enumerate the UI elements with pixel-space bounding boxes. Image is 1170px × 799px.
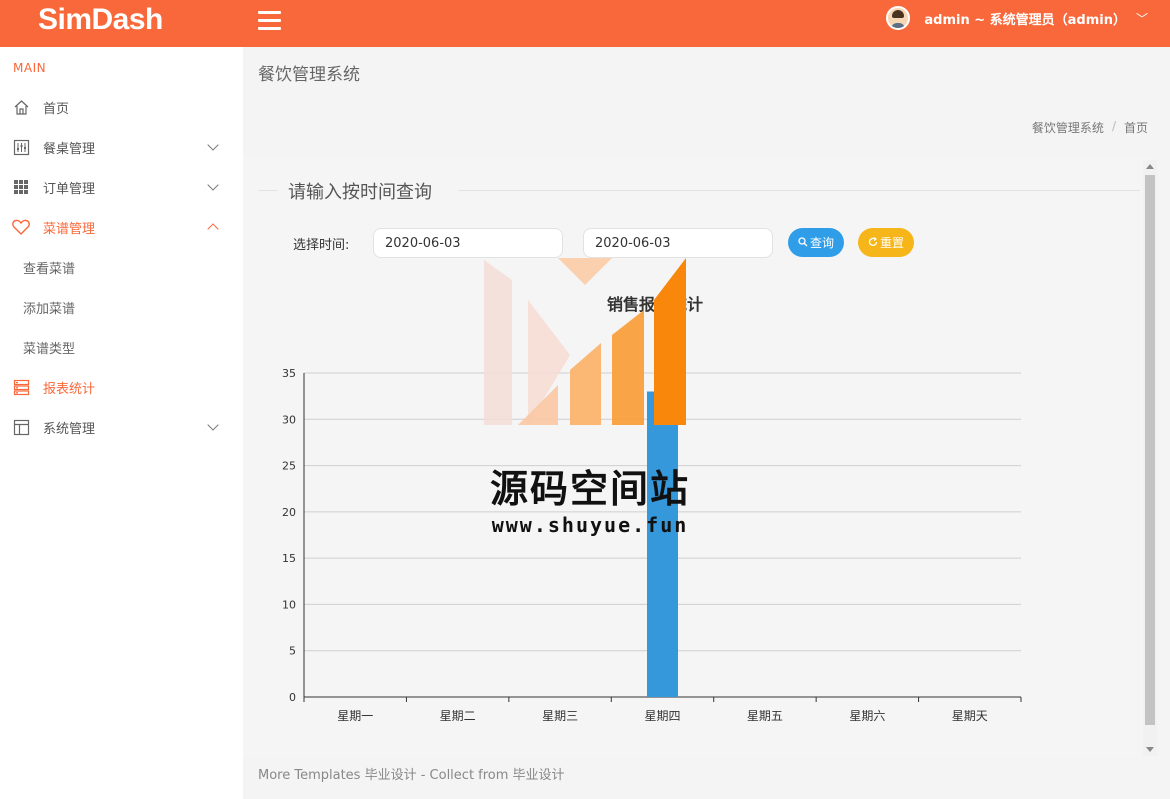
user-label: admin ~ 系统管理员（admin） [924, 12, 1126, 28]
heart-icon [12, 218, 30, 236]
avatar [886, 6, 911, 30]
chevron-up-icon [207, 223, 219, 235]
home-icon [12, 98, 30, 116]
end-date-input[interactable] [583, 228, 773, 258]
fieldset-line [258, 190, 278, 191]
scrollbar-thumb[interactable] [1145, 175, 1155, 725]
reset-button[interactable]: 重置 [858, 228, 914, 257]
breadcrumb-item: 首页 [1123, 121, 1148, 135]
chevron-down-icon: ﹀ [1135, 11, 1148, 26]
sidebar-item-home[interactable]: 首页 [0, 87, 243, 127]
breadcrumb-item[interactable]: 餐饮管理系统 [1032, 119, 1104, 136]
scrollbar[interactable] [1143, 160, 1157, 756]
sidebar-item-tables[interactable]: 餐桌管理 [0, 127, 243, 167]
x-tick-label: 星期天 [952, 709, 988, 723]
y-tick-label: 20 [282, 506, 296, 519]
x-tick-label: 星期六 [849, 709, 885, 723]
query-button[interactable]: 查询 [788, 228, 844, 257]
refresh-icon [868, 236, 878, 250]
sidebar-item-label: 订单管理 [43, 181, 96, 197]
sidebar-item-label: 报表统计 [43, 381, 96, 397]
watermark-text: 源码空间站 [489, 467, 690, 511]
sidebar: MAIN 首页 餐桌管理 订单管理 菜谱管理 查看菜谱 添加菜谱 菜谱类型 报表… [0, 47, 243, 799]
y-tick-label: 25 [282, 460, 296, 473]
scroll-down-icon[interactable] [1146, 747, 1154, 752]
breadcrumb-separator: / [1111, 119, 1116, 133]
sidebar-item-system[interactable]: 系统管理 [0, 407, 243, 447]
reset-button-label: 重置 [879, 236, 904, 250]
layout-icon [12, 418, 30, 436]
y-tick-label: 35 [282, 367, 296, 380]
list-icon [12, 378, 30, 396]
sliders-icon [12, 138, 30, 156]
x-tick-label: 星期二 [440, 709, 476, 723]
x-tick-label: 星期五 [747, 709, 783, 723]
sidebar-item-menus[interactable]: 菜谱管理 [0, 207, 243, 247]
chevron-down-icon [207, 139, 219, 151]
chevron-down-icon [207, 179, 219, 191]
grid-icon [12, 178, 30, 196]
chevron-down-icon [207, 419, 219, 431]
watermark-url: www.shuyue.fun [491, 513, 689, 537]
menu-toggle-icon[interactable] [258, 11, 281, 31]
query-legend: 请输入按时间查询 [288, 182, 432, 203]
logo[interactable]: SimDash [38, 0, 163, 40]
sidebar-section-label: MAIN [13, 61, 47, 75]
query-button-label: 查询 [809, 236, 834, 250]
y-tick-label: 0 [289, 691, 296, 704]
sidebar-item-label: 餐桌管理 [43, 141, 96, 157]
bar[interactable] [647, 391, 678, 697]
sidebar-item-label: 系统管理 [43, 421, 96, 437]
sidebar-subitem-view-menus[interactable]: 查看菜谱 [23, 258, 75, 277]
chart-title: 销售报表统计 [607, 295, 703, 314]
date-label: 选择时间: [293, 238, 350, 253]
x-tick-label: 星期三 [542, 709, 578, 723]
footer: More Templates 毕业设计 - Collect from 毕业设计 [258, 768, 565, 783]
sidebar-item-label: 菜谱管理 [43, 221, 96, 237]
y-tick-label: 15 [282, 552, 296, 565]
x-tick-label: 星期一 [337, 709, 373, 723]
sidebar-subitem-menu-types[interactable]: 菜谱类型 [23, 338, 75, 357]
search-icon [798, 236, 808, 250]
fieldset-line [458, 190, 1140, 191]
scroll-up-icon[interactable] [1146, 164, 1154, 169]
sidebar-item-label: 首页 [43, 101, 70, 117]
user-menu[interactable]: admin ~ 系统管理员（admin） ﹀ [886, 3, 1148, 33]
sidebar-item-reports[interactable]: 报表统计 [0, 367, 243, 407]
page-title: 餐饮管理系统 [258, 65, 360, 85]
sidebar-item-orders[interactable]: 订单管理 [0, 167, 243, 207]
y-tick-label: 30 [282, 413, 296, 426]
y-tick-label: 5 [289, 645, 296, 658]
breadcrumb: 餐饮管理系统 / 首页 [1032, 119, 1148, 136]
y-tick-label: 10 [282, 598, 296, 611]
x-tick-label: 星期四 [644, 709, 680, 723]
sidebar-subitem-add-menu[interactable]: 添加菜谱 [23, 298, 75, 317]
start-date-input[interactable] [373, 228, 563, 258]
top-bar: SimDash admin ~ 系统管理员（admin） ﹀ [0, 0, 1170, 47]
